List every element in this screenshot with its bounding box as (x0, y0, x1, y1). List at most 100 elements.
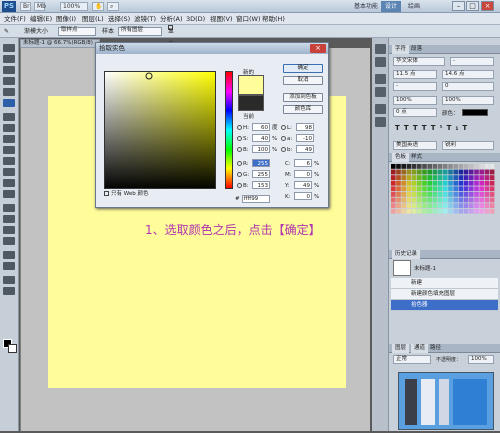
lasso-tool-icon[interactable] (3, 66, 15, 74)
vertical-scale-input[interactable]: 100% (393, 96, 437, 105)
swatch-cell[interactable] (489, 197, 495, 203)
swatch-cell[interactable] (484, 180, 490, 186)
tab-styles[interactable]: 样式 (411, 154, 422, 160)
lab-b-input[interactable]: 49 (296, 145, 314, 153)
swatch-cell[interactable] (417, 180, 422, 186)
black-input[interactable]: 0 (294, 192, 312, 200)
yellow-input[interactable]: 49 (294, 181, 312, 189)
clone-source-panel-icon[interactable] (375, 117, 386, 127)
hand-icon[interactable]: ✋ (92, 2, 104, 11)
swatch-cell[interactable] (479, 203, 484, 208)
menu-file[interactable]: 文件(F) (4, 13, 26, 25)
antialias-select[interactable]: 锐利 (442, 141, 494, 150)
swatch-cell[interactable] (417, 203, 422, 208)
swatch-cell[interactable] (391, 203, 396, 208)
swatch-cell[interactable] (453, 164, 458, 169)
swatch-cell[interactable] (448, 186, 453, 192)
move-tool-icon[interactable] (3, 44, 15, 52)
swatch-cell[interactable] (458, 208, 464, 214)
swatch-cell[interactable] (391, 180, 396, 186)
dodge-tool-icon[interactable] (3, 190, 15, 198)
swatch-cell[interactable] (458, 192, 464, 197)
swatch-cell[interactable] (443, 186, 448, 192)
swatch-cell[interactable] (437, 192, 443, 197)
history-item[interactable]: 新建颜色填充图层 (391, 289, 498, 300)
swatch-cell[interactable] (427, 208, 432, 214)
swatch-cell[interactable] (401, 197, 406, 203)
eyedropper-tool-icon[interactable] (3, 99, 15, 107)
swatch-cell[interactable] (453, 186, 458, 192)
swatch-cell[interactable] (432, 164, 438, 169)
swatch-cell[interactable] (432, 208, 438, 214)
swatch-cell[interactable] (469, 203, 474, 208)
swatch-cell[interactable] (443, 197, 448, 203)
add-to-swatches-button[interactable]: 添加到色板 (283, 93, 323, 102)
swatch-cell[interactable] (474, 175, 479, 180)
swatch-cell[interactable] (417, 175, 422, 180)
red-radio[interactable] (237, 161, 242, 166)
swatch-cell[interactable] (401, 175, 406, 180)
history-item-selected[interactable]: 拾色器 (391, 300, 498, 311)
swatch-cell[interactable] (391, 192, 396, 197)
menu-edit[interactable]: 编辑(E) (30, 13, 52, 25)
eyedropper-icon[interactable]: ✎ (4, 25, 9, 38)
red-input[interactable]: 255 (252, 159, 270, 167)
swatch-cell[interactable] (396, 169, 401, 175)
swatch-cell[interactable] (406, 175, 412, 180)
swatch-cell[interactable] (391, 169, 396, 175)
swatch-cell[interactable] (448, 175, 453, 180)
tab-paths[interactable]: 路径 (430, 345, 441, 351)
blue-radio[interactable] (237, 183, 242, 188)
swatch-cell[interactable] (489, 192, 495, 197)
swatch-cell[interactable] (427, 186, 432, 192)
type-tool-icon[interactable] (3, 215, 15, 223)
swatch-cell[interactable] (411, 208, 417, 214)
swatch-cell[interactable] (489, 169, 495, 175)
close-icon[interactable]: × (481, 1, 494, 11)
layer-thumbnail[interactable] (398, 372, 494, 430)
hue-input[interactable]: 60 (252, 123, 270, 131)
saturation-radio[interactable] (237, 136, 242, 141)
history-snapshot-thumbnail[interactable] (393, 260, 411, 276)
opacity-input[interactable]: 100% (468, 355, 494, 364)
swatch-cell[interactable] (391, 197, 396, 203)
swatch-cell[interactable] (458, 203, 464, 208)
swatch-cell[interactable] (406, 203, 412, 208)
workspace-paint[interactable]: 绘画 (404, 1, 424, 12)
font-family-select[interactable]: 华文宋体 (393, 57, 445, 66)
background-color-swatch[interactable] (8, 344, 17, 353)
swatch-cell[interactable] (396, 164, 401, 169)
swatch-cell[interactable] (401, 192, 406, 197)
swatch-cell[interactable] (469, 180, 474, 186)
swatch-cell[interactable] (437, 186, 443, 192)
tab-channels[interactable]: 通道 (411, 344, 429, 353)
brush-tool-icon[interactable] (3, 124, 15, 132)
marquee-tool-icon[interactable] (3, 55, 15, 63)
swatch-cell[interactable] (437, 208, 443, 214)
sample-select[interactable]: 所有图层 (118, 27, 162, 36)
swatch-cell[interactable] (469, 208, 474, 214)
swatch-cell[interactable] (432, 203, 438, 208)
tab-character[interactable]: 字符 (392, 45, 410, 54)
menu-view[interactable]: 视图(V) (210, 13, 233, 25)
path-select-tool-icon[interactable] (3, 226, 15, 234)
swatch-cell[interactable] (489, 164, 495, 169)
swatch-cell[interactable] (406, 186, 412, 192)
swatch-cell[interactable] (406, 192, 412, 197)
swatch-cell[interactable] (432, 186, 438, 192)
tracking-select[interactable]: 0 (442, 82, 494, 91)
brush-panel-icon[interactable] (375, 104, 386, 114)
swatch-cell[interactable] (422, 197, 427, 203)
swatch-cell[interactable] (417, 208, 422, 214)
swatch-cell[interactable] (463, 175, 469, 180)
cancel-button[interactable]: 取消 (283, 76, 323, 85)
swatch-cell[interactable] (453, 208, 458, 214)
swatch-cell[interactable] (422, 164, 427, 169)
swatch-cell[interactable] (479, 180, 484, 186)
gradient-tool-icon[interactable] (3, 168, 15, 176)
swatch-cell[interactable] (463, 164, 469, 169)
swatch-cell[interactable] (458, 164, 464, 169)
swatch-cell[interactable] (443, 175, 448, 180)
swatch-cell[interactable] (469, 197, 474, 203)
swatch-cell[interactable] (411, 203, 417, 208)
